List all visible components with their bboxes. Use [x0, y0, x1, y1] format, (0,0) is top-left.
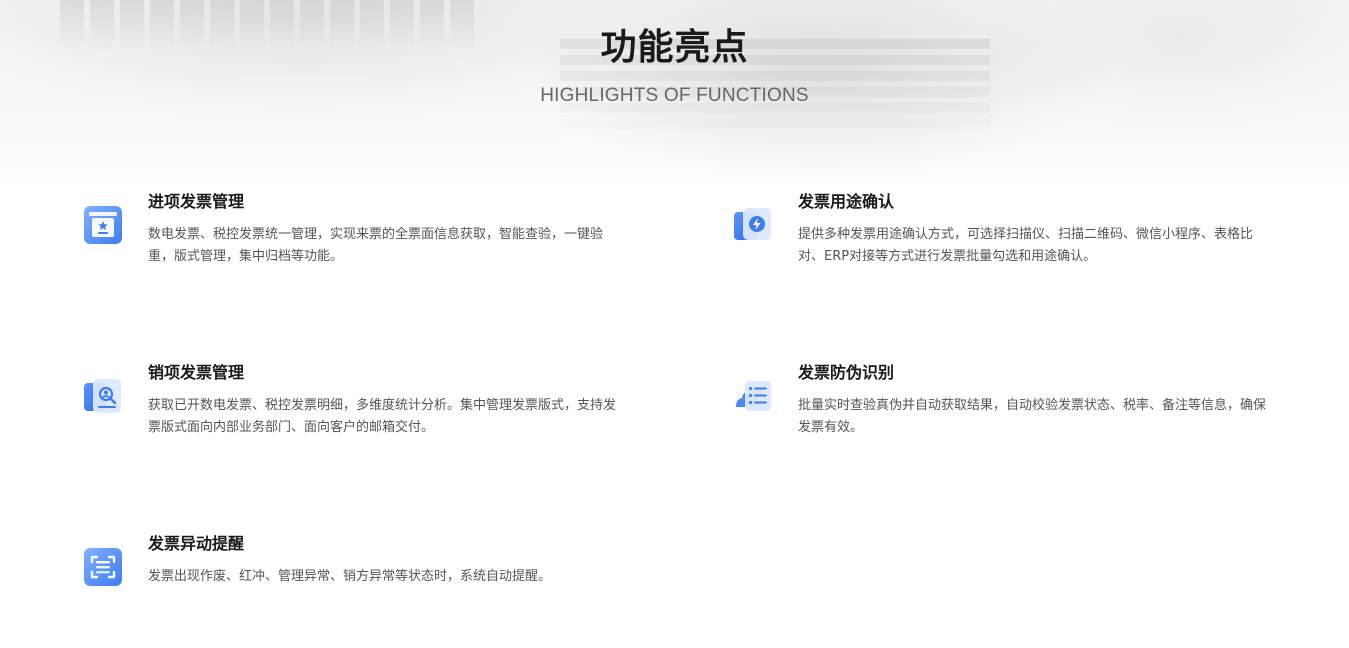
feature-description: 获取已开数电发票、税控发票明细，多维度统计分析。集中管理发票版式，支持发票版式面… [148, 398, 617, 435]
feature-description: 发票出现作废、红冲、管理异常、销方异常等状态时，系统自动提醒。 [148, 569, 552, 584]
feature-title: 进项发票管理 [148, 192, 245, 211]
feature-title: 发票异动提醒 [148, 534, 245, 553]
feature-title: 发票用途确认 [798, 192, 895, 211]
scan-frame-icon [84, 548, 122, 586]
feature-description: 提供多种发票用途确认方式，可选择扫描仪、扫描二维码、微信小程序、表格比对、ERP… [798, 227, 1254, 264]
document-lightning-icon [734, 208, 771, 240]
feature-description: 数电发票、税控发票统一管理，实现来票的全票面信息获取，智能查验，一键验重，版式管… [148, 227, 604, 264]
search-user-icon [84, 379, 121, 413]
page-subtitle: HIGHLIGHTS OF FUNCTIONS [540, 85, 809, 106]
page-title: 功能亮点 [600, 27, 749, 68]
feature-description: 批量实时查验真伪并自动获取结果，自动校验发票状态、税率、备注等信息，确保发票有效… [798, 398, 1267, 435]
feature-title: 发票防伪识别 [798, 363, 895, 382]
feature-title: 销项发票管理 [148, 363, 245, 382]
cloud-list-icon [736, 381, 771, 411]
inbox-star-icon [84, 206, 122, 244]
